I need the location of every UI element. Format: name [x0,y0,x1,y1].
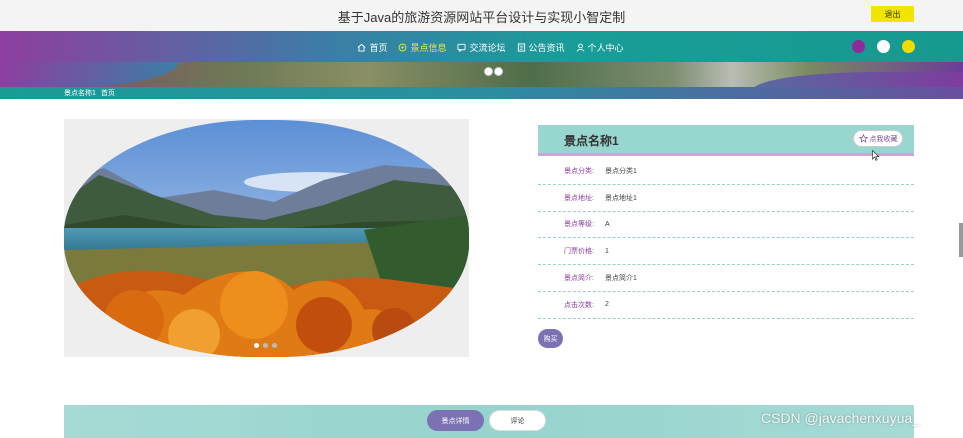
attraction-info-list: 景点分类: 景点分类1 景点地址: 景点地址1 景点等级: A 门票价格: 1 … [538,158,914,319]
buy-button[interactable]: 购买 [538,329,563,348]
info-row-category: 景点分类: 景点分类1 [538,158,914,185]
info-label: 点击次数: [564,301,594,309]
info-label: 景点分类: [564,167,594,175]
tab-comments[interactable]: 评论 [489,410,546,431]
user-icon [576,43,584,52]
nav-item-home[interactable]: 首页 [357,41,387,54]
info-label: 景点地址: [564,194,594,202]
info-row-address: 景点地址: 景点地址1 [538,185,914,212]
info-row-intro: 景点简介: 景点简介1 [538,265,914,292]
breadcrumb: 景点名称1 首页 [64,88,115,98]
nav-item-label: 景点信息 [410,43,447,53]
carousel-dot[interactable] [254,343,259,348]
watermark-text: CSDN @javachenxuyua_ [761,410,920,426]
info-row-level: 景点等级: A [538,212,914,239]
info-label: 景点等级: [564,221,594,229]
nav-item-label: 公告资讯 [528,43,565,53]
nav-item-label: 交流论坛 [469,43,506,53]
nav-item-attractions[interactable]: 景点信息 [398,41,446,54]
banner-dot[interactable] [494,67,503,76]
tab-attraction-details[interactable]: 景点详情 [427,410,484,431]
info-value: 景点地址1 [605,194,637,202]
detail-header-divider [538,153,914,156]
carousel-dot[interactable] [272,343,277,348]
favorite-button[interactable]: 点我收藏 [853,130,903,147]
info-value: 景点分类1 [605,167,637,175]
notice-icon [517,43,525,52]
nav-item-forum[interactable]: 交流论坛 [457,41,506,54]
theme-color-purple[interactable] [852,40,865,53]
banner-carousel [0,62,963,87]
attraction-photo [64,120,469,357]
info-row-click-count: 点击次数: 2 [538,292,914,319]
mouse-cursor-icon [872,150,880,161]
attraction-title: 景点名称1 [564,134,619,148]
favorite-button-label: 点我收藏 [869,135,898,143]
info-value: 2 [605,301,609,309]
info-value: A [605,220,610,228]
nav-item-label: 个人中心 [587,43,624,53]
info-label: 景点简介: [564,275,594,283]
breadcrumb-item[interactable]: 首页 [101,88,115,98]
site-title: 基于Java的旅游资源网站平台设计与实现小智定制 [337,10,626,25]
banner-dot[interactable] [484,67,493,76]
carousel-dot[interactable] [263,343,268,348]
theme-color-white[interactable] [877,40,890,53]
star-icon [858,134,868,143]
info-value: 景点简介1 [605,275,637,283]
home-icon [358,43,366,52]
info-label: 门票价格: [564,248,594,256]
attraction-image-carousel [64,119,469,357]
forum-icon [457,43,467,52]
breadcrumb-bar: 景点名称1 首页 [0,87,963,99]
breadcrumb-item[interactable]: 景点名称1 [64,88,96,98]
circle-icon [399,43,407,52]
info-value: 1 [605,247,609,255]
theme-color-yellow[interactable] [902,40,915,53]
nav-item-profile[interactable]: 个人中心 [576,41,624,54]
top-bar: 基于Java的旅游资源网站平台设计与实现小智定制 退出 [0,0,963,31]
nav-item-notices[interactable]: 公告资讯 [517,41,565,54]
logout-button[interactable]: 退出 [871,6,914,22]
scrollbar-thumb[interactable] [959,223,963,257]
main-nav: 首页 景点信息 交流论坛 公告资讯 个人中心 [0,31,963,62]
nav-item-label: 首页 [369,43,388,53]
info-row-ticket-price: 门票价格: 1 [538,238,914,266]
